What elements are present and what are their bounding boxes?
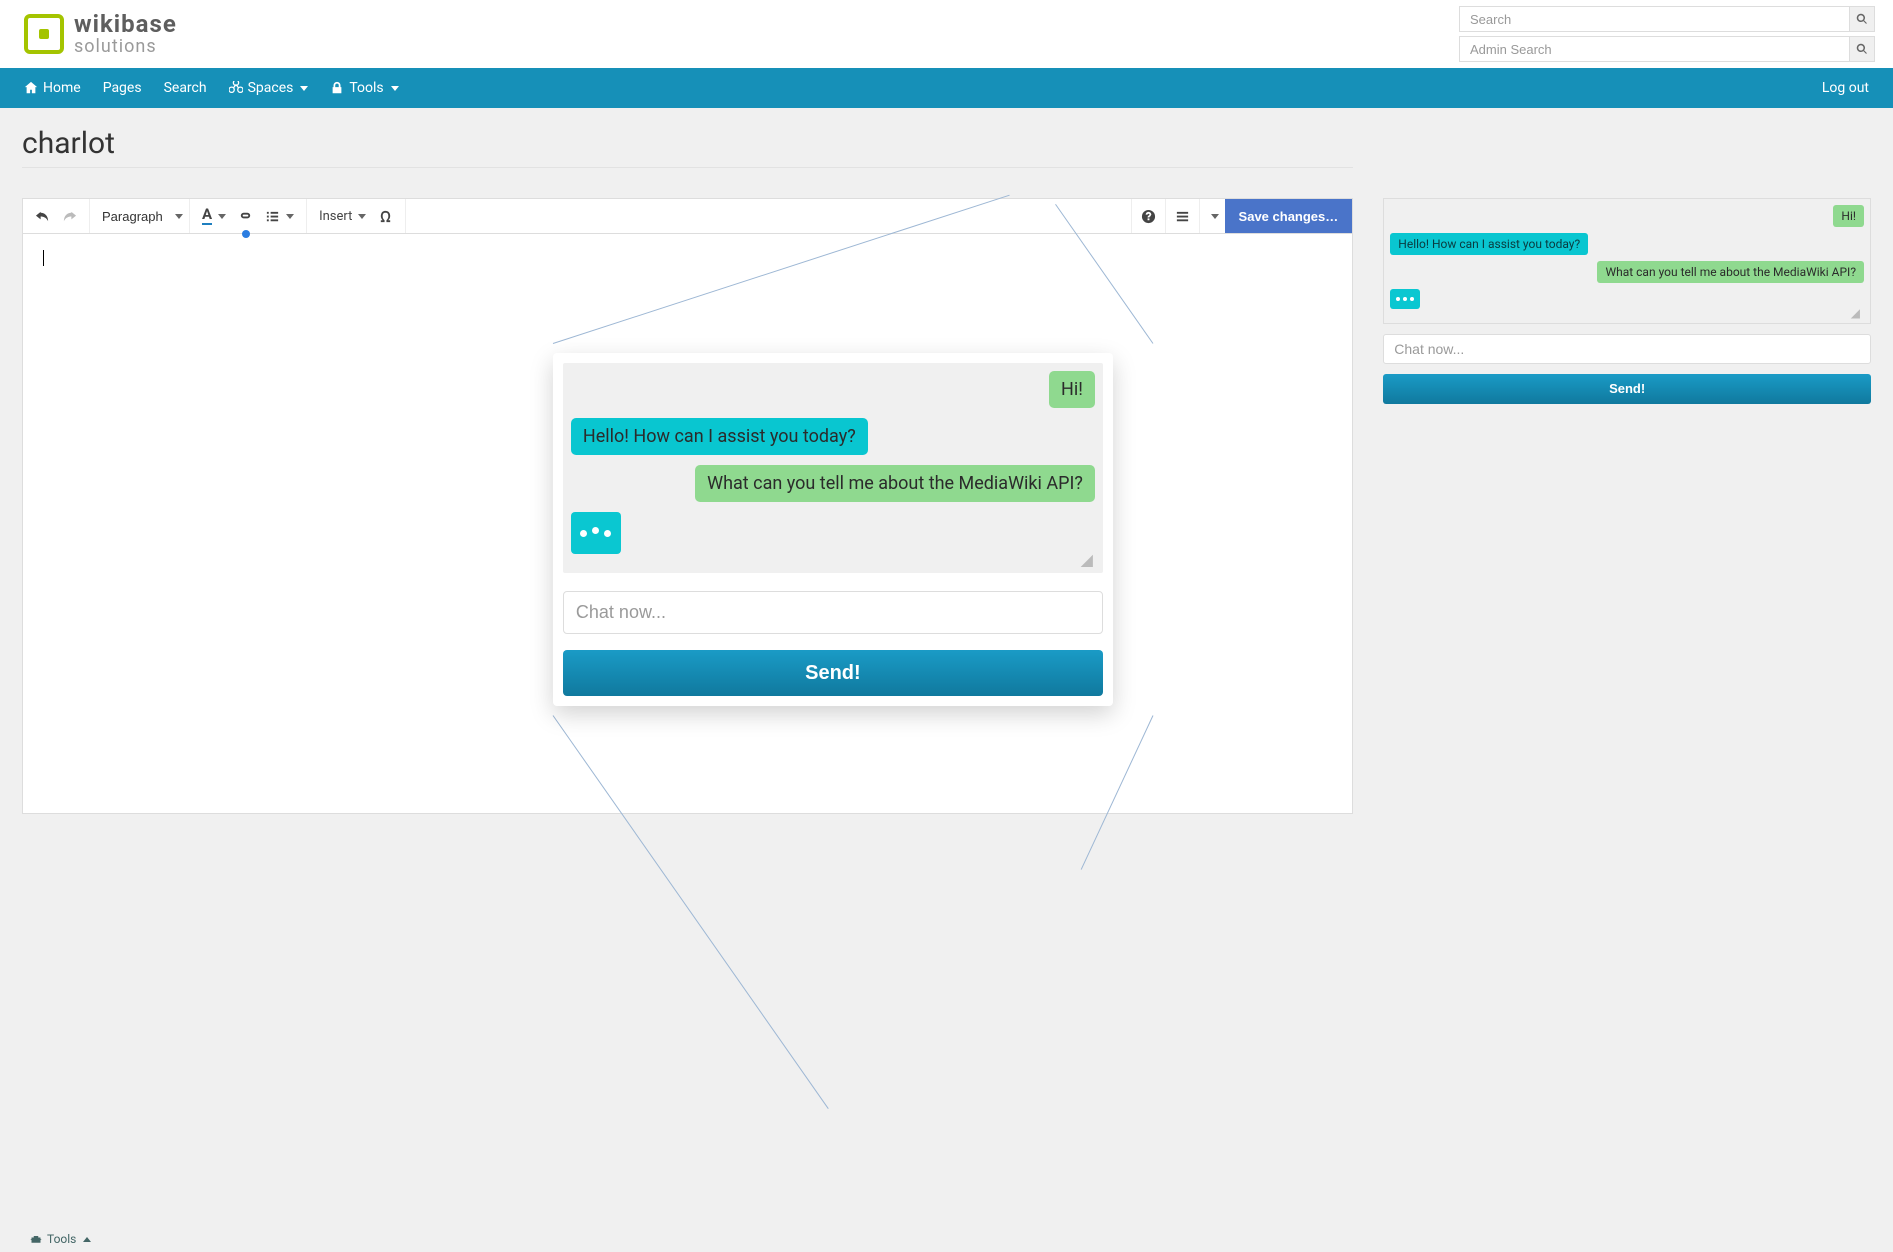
nav-search[interactable]: Search [164, 80, 207, 96]
nav-logout-label: Log out [1822, 80, 1869, 96]
resize-handle[interactable]: ◢ [571, 554, 1095, 565]
nav-home-label: Home [43, 80, 81, 96]
list-button[interactable] [259, 205, 300, 228]
nav-tools-label: Tools [349, 80, 383, 96]
save-button[interactable]: Save changes… [1225, 199, 1353, 233]
chat-msg-user: What can you tell me about the MediaWiki… [695, 465, 1095, 502]
chat-msg-user: What can you tell me about the MediaWiki… [1597, 261, 1864, 283]
redo-button[interactable] [56, 205, 83, 228]
text-style-button[interactable]: A [196, 203, 232, 229]
special-char-button[interactable] [372, 205, 399, 228]
nav-pages-label: Pages [103, 80, 142, 96]
chat-input-zoom[interactable] [563, 591, 1103, 634]
omega-icon [378, 209, 393, 224]
menu-icon [1175, 209, 1190, 224]
nav-logout[interactable]: Log out [1822, 80, 1869, 96]
header: wikibase solutions [0, 0, 1893, 68]
chat-input-small[interactable] [1383, 334, 1871, 364]
chat-zoom-overlay: Hi! Hello! How can I assist you today? W… [553, 353, 1113, 706]
text-style-icon: A [202, 207, 212, 225]
admin-search-input[interactable] [1459, 36, 1849, 62]
admin-search-row [1459, 36, 1875, 62]
insert-label: Insert [319, 209, 352, 224]
typing-indicator [571, 512, 621, 554]
page-body: charlot Paragraph [0, 108, 1893, 1252]
brand-logo[interactable]: wikibase solutions [24, 12, 177, 56]
brand-name: wikibase [74, 12, 177, 36]
spaces-icon [229, 81, 243, 95]
chevron-up-icon [83, 1237, 91, 1242]
edit-mode-button[interactable] [1199, 199, 1225, 233]
undo-icon [35, 209, 50, 224]
paragraph-style-select[interactable]: Paragraph [90, 199, 190, 233]
chevron-down-icon [391, 86, 399, 91]
chat-messages-zoom: Hi! Hello! How can I assist you today? W… [563, 363, 1103, 573]
chat-msg-bot: Hello! How can I assist you today? [571, 418, 868, 455]
insert-button[interactable]: Insert [313, 205, 372, 228]
nav-home[interactable]: Home [24, 80, 81, 96]
send-button-small[interactable]: Send! [1383, 374, 1871, 404]
lock-icon [330, 81, 344, 95]
admin-search-button[interactable] [1849, 36, 1875, 62]
list-icon [265, 209, 280, 224]
chat-msg-bot: Hello! How can I assist you today? [1390, 233, 1588, 255]
search-input[interactable] [1459, 6, 1849, 32]
paragraph-select[interactable]: Paragraph [96, 205, 183, 228]
help-icon [1141, 209, 1156, 224]
footer-tools[interactable]: Tools [30, 1232, 91, 1246]
search-icon [1856, 13, 1868, 25]
home-icon [24, 81, 38, 95]
chevron-down-icon [1211, 214, 1219, 219]
link-button[interactable] [232, 205, 259, 228]
text-cursor [43, 250, 44, 266]
search-stack [1459, 6, 1875, 62]
title-rule [22, 167, 1353, 168]
editor-toolbar: Paragraph A [22, 198, 1353, 234]
toolbox-icon [30, 1233, 42, 1245]
chevron-down-icon [300, 86, 308, 91]
nav-tools[interactable]: Tools [330, 80, 398, 96]
page-title: charlot [22, 126, 1871, 161]
chevron-down-icon [358, 214, 366, 219]
resize-handle[interactable]: ◢ [1390, 309, 1864, 319]
search-row [1459, 6, 1875, 32]
brand-text: wikibase solutions [74, 12, 177, 56]
nav-spaces[interactable]: Spaces [229, 80, 309, 96]
chat-panel-small: Hi! Hello! How can I assist you today? W… [1383, 198, 1871, 324]
brand-mark-icon [24, 14, 64, 54]
undo-button[interactable] [29, 205, 56, 228]
chevron-down-icon [218, 214, 226, 219]
typing-indicator [1390, 289, 1420, 309]
active-dot-icon [242, 230, 250, 238]
menu-button[interactable] [1165, 199, 1199, 233]
chat-msg-user: Hi! [1833, 205, 1864, 227]
redo-icon [62, 209, 77, 224]
send-button-zoom[interactable]: Send! [563, 650, 1103, 696]
navbar: Home Pages Search Spaces Tools Log out [0, 68, 1893, 108]
nav-spaces-label: Spaces [248, 80, 294, 96]
search-icon [1856, 43, 1868, 55]
chat-messages-small: Hi! Hello! How can I assist you today? W… [1384, 199, 1870, 323]
brand-sub: solutions [74, 38, 177, 56]
search-button[interactable] [1849, 6, 1875, 32]
chevron-down-icon [286, 214, 294, 219]
link-icon [238, 209, 253, 224]
nav-pages[interactable]: Pages [103, 80, 142, 96]
nav-search-label: Search [164, 80, 207, 96]
footer-tools-label: Tools [47, 1232, 76, 1246]
chat-msg-user: Hi! [1049, 371, 1095, 408]
help-button[interactable] [1131, 199, 1165, 233]
chat-panel-zoom: Hi! Hello! How can I assist you today? W… [553, 353, 1113, 706]
